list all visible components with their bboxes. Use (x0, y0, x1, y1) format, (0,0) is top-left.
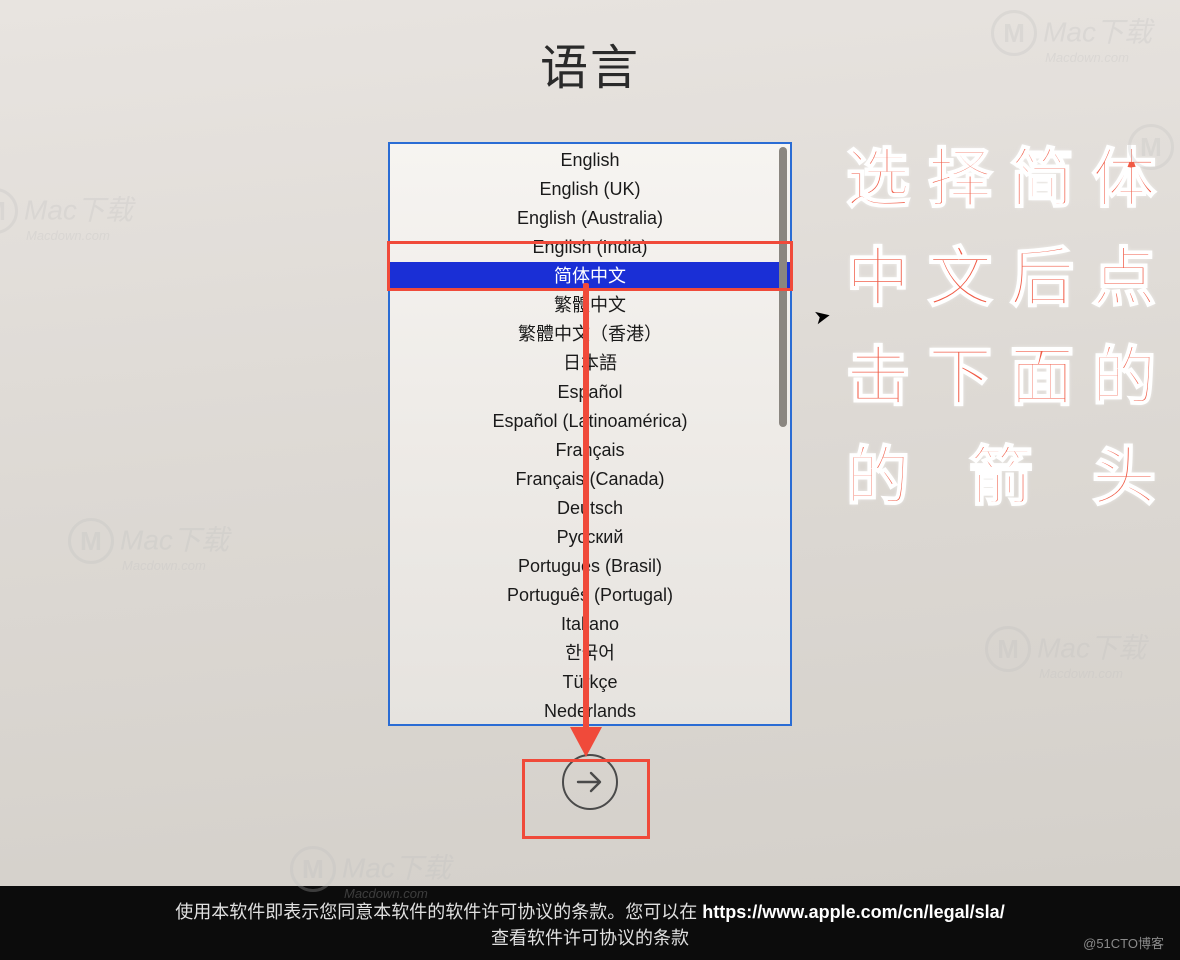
attribution-text: @51CTO博客 (1083, 935, 1164, 954)
language-option[interactable]: Deutsch (390, 494, 790, 523)
footer-prefix: 使用本软件即表示您同意本软件的软件许可协议的条款。您可以在 (175, 902, 702, 922)
language-option[interactable]: 日本語 (390, 349, 790, 378)
language-option[interactable]: Русский (390, 523, 790, 552)
license-footer: 使用本软件即表示您同意本软件的软件许可协议的条款。您可以在 https://ww… (0, 886, 1180, 960)
arrow-right-icon (575, 767, 605, 797)
language-option[interactable]: 繁體中文 (390, 291, 790, 320)
language-option[interactable]: Português (Brasil) (390, 552, 790, 581)
continue-button[interactable] (562, 754, 618, 810)
footer-url: https://www.apple.com/cn/legal/sla/ (702, 902, 1004, 922)
language-option[interactable]: Italiano (390, 610, 790, 639)
footer-line-2: 查看软件许可协议的条款 (491, 925, 689, 951)
language-items-container: EnglishEnglish (UK)English (Australia)En… (390, 144, 790, 726)
language-list[interactable]: EnglishEnglish (UK)English (Australia)En… (388, 142, 792, 726)
language-option[interactable]: Français (390, 436, 790, 465)
language-option[interactable]: Français (Canada) (390, 465, 790, 494)
language-option[interactable]: Español (Latinoamérica) (390, 407, 790, 436)
continue-row (562, 754, 618, 810)
language-option[interactable]: 简体中文 (390, 262, 790, 291)
language-option[interactable]: Türkçe (390, 668, 790, 697)
language-option[interactable]: Nederlands (390, 697, 790, 726)
language-option[interactable]: Português (Portugal) (390, 581, 790, 610)
setup-screen: 语言 EnglishEnglish (UK)English (Australia… (0, 0, 1180, 886)
language-option[interactable]: English (Australia) (390, 204, 790, 233)
language-option[interactable]: 한국어 (390, 639, 790, 668)
language-option[interactable]: 繁體中文（香港） (390, 320, 790, 349)
scrollbar-thumb[interactable] (779, 147, 787, 427)
language-option[interactable]: English (390, 146, 790, 175)
language-option[interactable]: Español (390, 378, 790, 407)
page-title: 语言 (540, 28, 640, 98)
language-option[interactable]: English (UK) (390, 175, 790, 204)
language-option[interactable]: English (India) (390, 233, 790, 262)
footer-line-1: 使用本软件即表示您同意本软件的软件许可协议的条款。您可以在 https://ww… (175, 899, 1004, 925)
